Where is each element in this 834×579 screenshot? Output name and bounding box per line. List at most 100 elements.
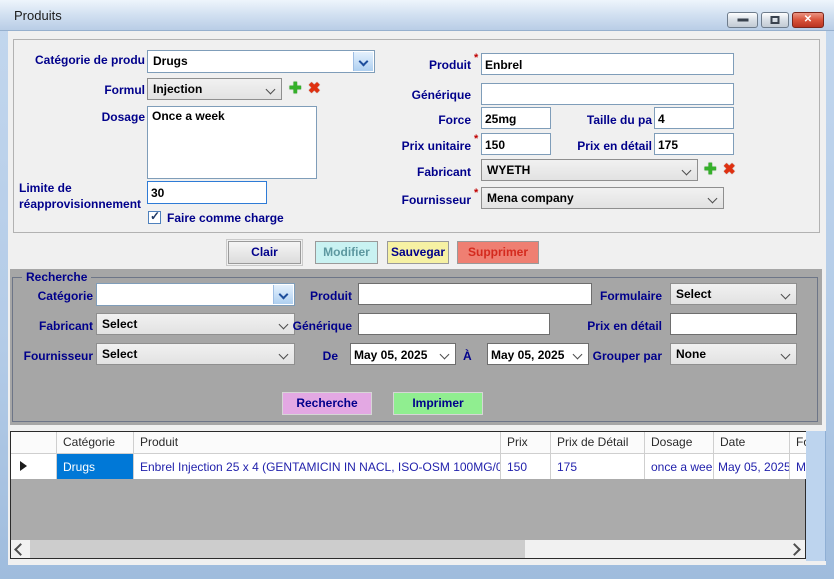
date-from-label: De <box>310 349 338 363</box>
add-icon[interactable]: ✚ <box>289 79 302 97</box>
close-button[interactable]: ✕ <box>792 12 824 28</box>
scroll-left-icon[interactable] <box>14 543 27 556</box>
search-category-label: Catégorie <box>20 289 93 303</box>
cell-product[interactable]: Enbrel Injection 25 x 4 (GENTAMICIN IN N… <box>134 453 501 479</box>
grid-header-date[interactable]: Date <box>714 432 790 453</box>
generic-input[interactable] <box>481 83 734 105</box>
search-product-label: Produit <box>270 289 352 303</box>
manufacturer-select[interactable]: WYETH <box>481 159 698 181</box>
category-label: Catégorie de produ <box>24 53 145 67</box>
delete-icon[interactable]: ✖ <box>723 160 736 178</box>
supplier-label: Fournisseur <box>351 193 471 207</box>
delete-icon[interactable]: ✖ <box>308 79 321 97</box>
close-icon: ✕ <box>804 14 812 25</box>
cell-category[interactable]: Drugs <box>57 453 134 479</box>
required-mark: * <box>474 187 478 199</box>
search-category-select[interactable] <box>96 283 295 306</box>
chevron-down-icon <box>440 350 450 360</box>
formulation-select[interactable]: Injection <box>147 78 282 100</box>
cell-dosage[interactable]: once a week <box>645 453 714 479</box>
pack-size-input[interactable]: 4 <box>654 107 734 129</box>
search-generic-input[interactable] <box>358 313 550 335</box>
product-input[interactable]: Enbrel <box>481 53 734 75</box>
cell-retail[interactable]: 175 <box>551 453 645 479</box>
check-icon: ✓ <box>150 209 160 223</box>
strength-label: Force <box>351 113 471 127</box>
chevron-down-icon <box>708 194 718 204</box>
horizontal-scrollbar[interactable] <box>11 540 805 558</box>
manufacturer-label: Fabricant <box>351 165 471 179</box>
search-panel: Recherche Catégorie Produit Formulaire S… <box>10 269 822 425</box>
charge-checkbox-label[interactable]: Faire comme charge <box>167 211 284 225</box>
reorder-limit-label: Limite de réapprovisionnement <box>19 180 154 212</box>
grid-header-retail[interactable]: Prix de Détail <box>551 432 645 453</box>
dosage-textarea[interactable]: Once a week <box>147 106 317 179</box>
search-product-input[interactable] <box>358 283 592 305</box>
results-grid: Catégorie Produit Prix Prix de Détail Do… <box>10 431 806 559</box>
scrollbar-thumb[interactable] <box>30 540 525 558</box>
retail-price-input[interactable]: 175 <box>654 133 734 155</box>
required-mark: * <box>474 133 478 145</box>
group-by-select[interactable]: None <box>670 343 797 365</box>
row-selector-cell[interactable] <box>11 453 57 479</box>
maximize-button[interactable] <box>761 12 789 28</box>
formulation-label: Formul <box>54 83 145 97</box>
grid-header-selector <box>11 432 57 453</box>
save-button[interactable]: Sauvegar <box>387 241 449 264</box>
search-button[interactable]: Recherche <box>282 392 372 415</box>
clear-button[interactable]: Clair <box>228 241 301 264</box>
unit-price-label: Prix unitaire <box>351 139 471 153</box>
grid-header-category[interactable]: Catégorie <box>57 432 134 453</box>
minimize-button[interactable] <box>727 12 758 28</box>
category-select[interactable]: Drugs <box>147 50 375 73</box>
edit-button[interactable]: Modifier <box>315 241 378 264</box>
product-form-panel: Catégorie de produ Drugs Formul Injectio… <box>13 39 820 233</box>
grid-header-product[interactable]: Produit <box>134 432 501 453</box>
add-icon[interactable]: ✚ <box>704 160 717 178</box>
chevron-down-icon <box>781 350 791 360</box>
chevron-down-icon <box>781 290 791 300</box>
delete-button[interactable]: Supprimer <box>457 241 539 264</box>
window-title: Produits <box>14 8 62 23</box>
reorder-limit-input[interactable]: 30 <box>147 181 267 204</box>
chevron-down-icon <box>279 350 289 360</box>
search-retail-input[interactable] <box>670 313 797 335</box>
search-generic-label: Générique <box>270 319 352 333</box>
charge-checkbox[interactable]: ✓ <box>148 211 161 224</box>
generic-label: Générique <box>351 88 471 102</box>
grid-header-dosage[interactable]: Dosage <box>645 432 714 453</box>
cell-supplier[interactable]: Men <box>790 453 806 479</box>
search-supplier-label: Fournisseur <box>20 349 93 363</box>
print-button[interactable]: Imprimer <box>393 392 483 415</box>
date-from-picker[interactable]: May 05, 2025 <box>350 343 456 365</box>
client-area: Catégorie de produ Drugs Formul Injectio… <box>8 31 826 565</box>
search-manufacturer-select[interactable]: Select <box>96 313 295 335</box>
search-form-select[interactable]: Select <box>670 283 797 305</box>
minimize-icon <box>737 19 748 22</box>
scroll-right-icon[interactable] <box>788 543 801 556</box>
chevron-down-icon <box>266 85 276 95</box>
grid-header-supplier[interactable]: Fo <box>790 432 806 453</box>
group-by-label: Grouper par <box>570 349 662 363</box>
grid-header-price[interactable]: Prix <box>501 432 551 453</box>
search-retail-label: Prix en détail <box>570 319 662 333</box>
required-mark: * <box>474 52 478 64</box>
search-group-title: Recherche <box>22 270 91 284</box>
chevron-down-icon <box>682 166 692 176</box>
supplier-select[interactable]: Mena company <box>481 187 724 209</box>
row-selector-icon <box>20 461 27 471</box>
product-label: Produit <box>351 58 471 72</box>
search-manufacturer-label: Fabricant <box>20 319 93 333</box>
date-to-label: À <box>463 349 472 363</box>
cell-date[interactable]: May 05, 2025 <box>714 453 790 479</box>
pack-size-label: Taille du pa <box>552 113 652 127</box>
dosage-label: Dosage <box>54 110 145 124</box>
cell-price[interactable]: 150 <box>501 453 551 479</box>
maximize-icon <box>771 16 780 24</box>
search-form-label: Formulaire <box>570 289 662 303</box>
search-supplier-select[interactable]: Select <box>96 343 295 365</box>
strength-input[interactable]: 25mg <box>481 107 551 129</box>
retail-price-label: Prix en détail <box>552 139 652 153</box>
window: Produits ✕ Catégorie de produ Drugs Form… <box>0 0 834 579</box>
unit-price-input[interactable]: 150 <box>481 133 551 155</box>
